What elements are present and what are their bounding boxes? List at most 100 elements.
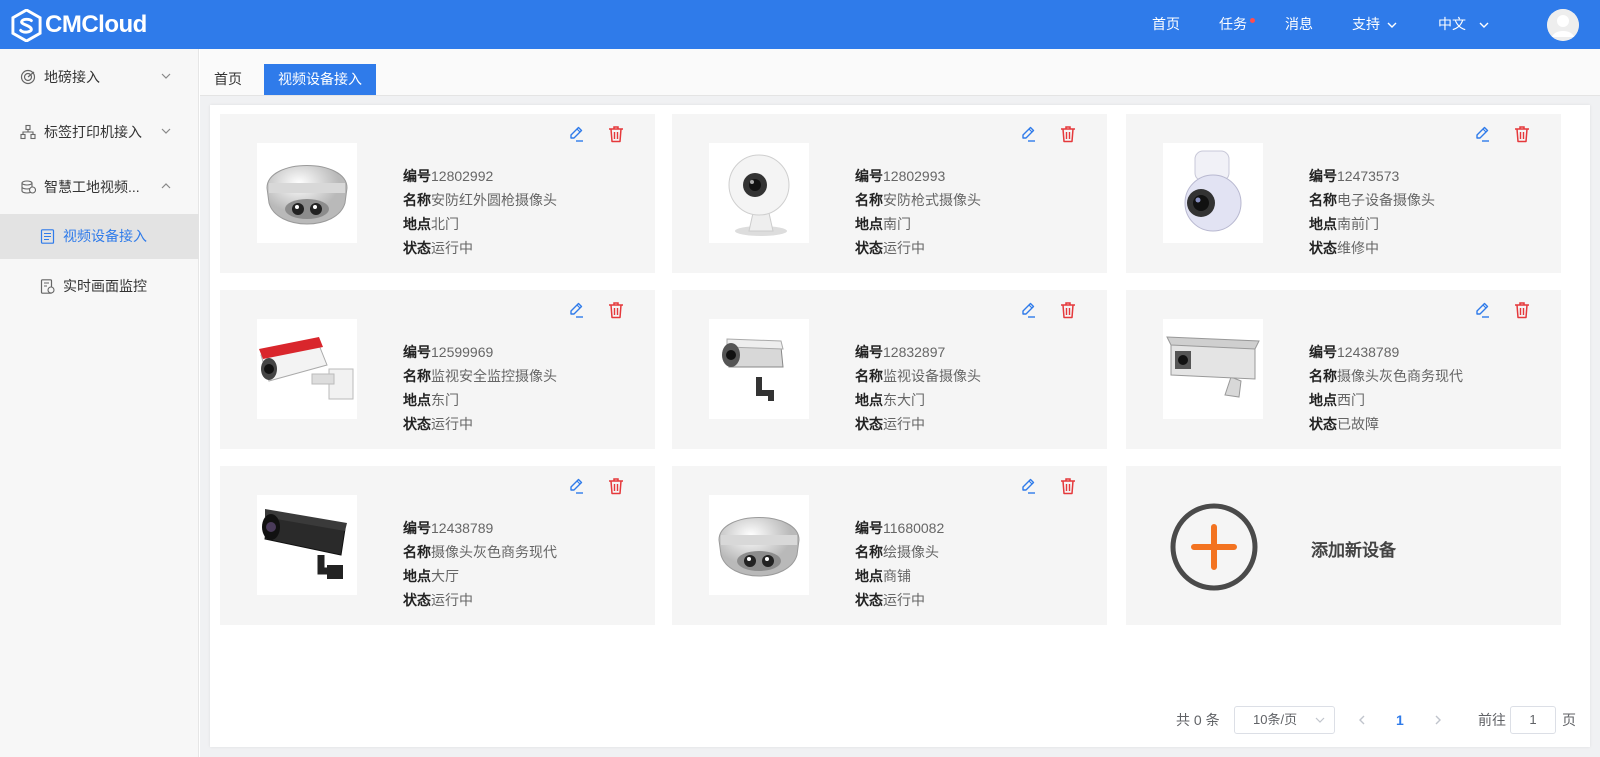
device-card: 编号12802993 名称安防枪式摄像头 地点南门 状态运行中 xyxy=(672,114,1107,273)
nav-tasks[interactable]: 任务 xyxy=(1219,0,1247,49)
nav-messages[interactable]: 消息 xyxy=(1285,0,1313,49)
user-avatar[interactable] xyxy=(1547,9,1579,41)
camera-image xyxy=(257,495,357,595)
device-info: 编号11680082 名称绘摄像头 地点商铺 状态运行中 xyxy=(855,516,944,612)
field-label: 状态 xyxy=(855,416,883,432)
edit-icon[interactable] xyxy=(1018,300,1038,320)
device-status-row: 状态运行中 xyxy=(403,412,557,436)
device-location: 商铺 xyxy=(883,568,911,584)
device-card: 编号12599969 名称监视安全监控摄像头 地点东门 状态运行中 xyxy=(220,290,655,449)
device-location: 南门 xyxy=(883,216,911,232)
chevron-down-icon xyxy=(161,73,171,79)
field-label: 地点 xyxy=(403,392,431,408)
device-status: 运行中 xyxy=(431,240,473,256)
edit-icon[interactable] xyxy=(566,300,586,320)
delete-icon[interactable] xyxy=(1058,124,1078,144)
delete-icon[interactable] xyxy=(1058,476,1078,496)
device-id-row: 编号12438789 xyxy=(403,516,557,540)
language-switcher[interactable]: 中文 xyxy=(1438,0,1490,49)
field-label: 名称 xyxy=(855,192,883,208)
prev-page-icon[interactable] xyxy=(1356,714,1368,726)
device-location-row: 地点南门 xyxy=(855,212,981,236)
device-name-row: 名称摄像头灰色商务现代 xyxy=(403,540,557,564)
device-location: 西门 xyxy=(1337,392,1365,408)
field-label: 状态 xyxy=(403,592,431,608)
device-name-row: 名称安防枪式摄像头 xyxy=(855,188,981,212)
sidebar-item-label: 实时画面监控 xyxy=(63,278,147,294)
edit-icon[interactable] xyxy=(1018,124,1038,144)
device-id-row: 编号12802993 xyxy=(855,164,981,188)
delete-icon[interactable] xyxy=(606,124,626,144)
field-label: 状态 xyxy=(1309,416,1337,432)
sidebar-item-weighbridge[interactable]: 地磅接入 xyxy=(0,55,199,99)
chevron-down-icon xyxy=(1387,22,1397,29)
device-info: 编号12438789 名称摄像头灰色商务现代 地点大厅 状态运行中 xyxy=(403,516,557,612)
device-info: 编号12802993 名称安防枪式摄像头 地点南门 状态运行中 xyxy=(855,164,981,260)
tab-home[interactable]: 首页 xyxy=(200,64,256,95)
brand-logo[interactable]: CMCloud xyxy=(10,8,147,42)
edit-icon[interactable] xyxy=(566,124,586,144)
device-name-row: 名称监视设备摄像头 xyxy=(855,364,981,388)
device-card: 编号12473573 名称电子设备摄像头 地点南前门 状态维修中 xyxy=(1126,114,1561,273)
field-label: 地点 xyxy=(855,216,883,232)
tab-video-device-access[interactable]: 视频设备接入 xyxy=(264,64,376,95)
sitemap-icon xyxy=(20,124,36,140)
device-name-row: 名称电子设备摄像头 xyxy=(1309,188,1435,212)
device-id: 12599969 xyxy=(431,344,494,360)
field-label: 名称 xyxy=(855,544,883,560)
device-name: 安防枪式摄像头 xyxy=(883,192,981,208)
delete-icon[interactable] xyxy=(606,476,626,496)
nav-support[interactable]: 支持 xyxy=(1352,0,1398,49)
device-status-row: 状态运行中 xyxy=(855,588,944,612)
sidebar-item-video-device-access[interactable]: 视频设备接入 xyxy=(0,214,199,259)
camera-image xyxy=(1163,143,1263,243)
nav-home[interactable]: 首页 xyxy=(1152,0,1180,49)
field-label: 名称 xyxy=(855,368,883,384)
device-card: 编号12438789 名称摄像头灰色商务现代 地点大厅 状态运行中 xyxy=(220,466,655,625)
current-page[interactable]: 1 xyxy=(1396,706,1404,734)
sidebar-item-smart-site-video[interactable]: 智慧工地视频... xyxy=(0,165,199,209)
device-status-row: 状态已故障 xyxy=(1309,412,1463,436)
chevron-down-icon xyxy=(1479,22,1489,29)
device-location: 南前门 xyxy=(1337,216,1379,232)
page-size-value: 10条/页 xyxy=(1253,712,1298,727)
camera-image xyxy=(709,319,809,419)
device-status-row: 状态运行中 xyxy=(855,412,981,436)
sidebar-item-label-printer[interactable]: 标签打印机接入 xyxy=(0,110,199,154)
delete-icon[interactable] xyxy=(1512,124,1532,144)
device-name: 摄像头灰色商务现代 xyxy=(431,544,557,560)
page-size-select[interactable]: 10条/页 xyxy=(1234,706,1335,734)
camera-image xyxy=(257,143,357,243)
delete-icon[interactable] xyxy=(606,300,626,320)
device-id-row: 编号12599969 xyxy=(403,340,557,364)
field-label: 编号 xyxy=(1309,168,1337,184)
field-label: 状态 xyxy=(855,240,883,256)
device-id: 12438789 xyxy=(1337,344,1400,360)
sidebar-item-live-monitoring[interactable]: 实时画面监控 xyxy=(0,264,199,309)
sidebar-item-label: 地磅接入 xyxy=(44,69,100,85)
device-card: 编号12802992 名称安防红外圆枪摄像头 地点北门 状态运行中 xyxy=(220,114,655,273)
edit-icon[interactable] xyxy=(1472,124,1492,144)
nav-support-label: 支持 xyxy=(1352,16,1380,32)
delete-icon[interactable] xyxy=(1512,300,1532,320)
chevron-down-icon xyxy=(1315,717,1325,723)
field-label: 名称 xyxy=(1309,192,1337,208)
device-location-row: 地点东门 xyxy=(403,388,557,412)
device-status: 运行中 xyxy=(431,592,473,608)
add-device-button[interactable]: 添加新设备 xyxy=(1126,466,1561,625)
sidebar-item-label: 智慧工地视频... xyxy=(44,179,140,195)
edit-icon[interactable] xyxy=(1472,300,1492,320)
goto-page-input[interactable]: 1 xyxy=(1510,706,1556,734)
device-status: 运行中 xyxy=(883,240,925,256)
delete-icon[interactable] xyxy=(1058,300,1078,320)
coins-icon xyxy=(21,180,36,194)
field-label: 状态 xyxy=(855,592,883,608)
edit-icon[interactable] xyxy=(1018,476,1038,496)
edit-icon[interactable] xyxy=(566,476,586,496)
monitor-doc-icon xyxy=(40,279,55,294)
next-page-icon[interactable] xyxy=(1432,714,1444,726)
device-info: 编号12599969 名称监视安全监控摄像头 地点东门 状态运行中 xyxy=(403,340,557,436)
device-location-row: 地点东大门 xyxy=(855,388,981,412)
logo-icon xyxy=(11,8,42,42)
chevron-down-icon xyxy=(161,128,171,134)
